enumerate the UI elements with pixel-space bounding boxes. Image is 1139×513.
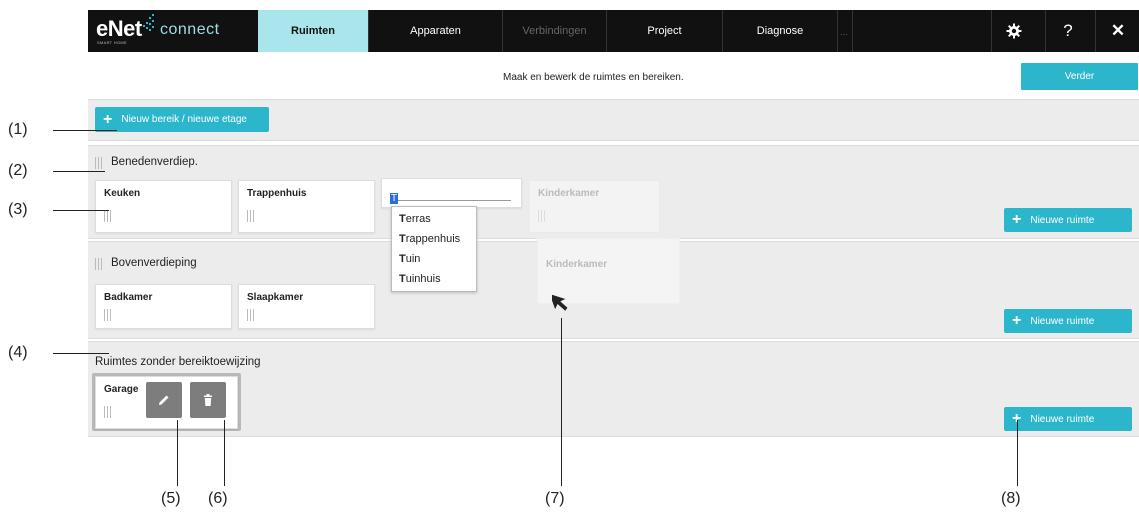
callout-label: (8) bbox=[1001, 490, 1021, 507]
room-name: Badkamer bbox=[104, 292, 153, 303]
callout-line bbox=[177, 420, 178, 486]
tab-more[interactable]: ... bbox=[838, 10, 853, 52]
tab-ruimten[interactable]: Ruimten bbox=[258, 10, 369, 52]
enet-connect-logo: eNet connect SMART HOME bbox=[88, 10, 258, 52]
room-card-keuken[interactable]: Keuken bbox=[95, 180, 232, 233]
close-button[interactable]: ✕ bbox=[1095, 10, 1139, 52]
new-room-button[interactable]: + Nieuwe ruimte bbox=[1004, 208, 1132, 232]
new-room-label: Nieuwe ruimte bbox=[1030, 413, 1095, 425]
room-card-trappenhuis[interactable]: Trappenhuis bbox=[238, 180, 375, 233]
logo-connect: connect bbox=[160, 21, 220, 38]
area-group-unassigned: Ruimtes zonder bereiktoewijzing Garage +… bbox=[88, 341, 1139, 437]
area-title: Ruimtes zonder bereiktoewijzing bbox=[95, 356, 261, 368]
logo-dots-icon bbox=[143, 13, 154, 33]
next-button[interactable]: Verder bbox=[1021, 63, 1138, 90]
top-navigation-bar: eNet connect SMART HOME Ruimten Apparate… bbox=[88, 10, 1139, 52]
callout-label: (2) bbox=[8, 162, 28, 179]
tab-project[interactable]: Project bbox=[607, 10, 723, 52]
plus-icon: + bbox=[1012, 312, 1022, 329]
settings-button[interactable] bbox=[991, 10, 1036, 52]
drag-handle-icon[interactable] bbox=[104, 406, 114, 418]
callout-line bbox=[53, 353, 109, 354]
callout-label: (3) bbox=[8, 201, 28, 218]
area-title[interactable]: Benedenverdiep. bbox=[111, 156, 198, 168]
tab-apparaten[interactable]: Apparaten bbox=[369, 10, 503, 52]
room-name: Keuken bbox=[104, 188, 141, 199]
room-name-suggestions: Terras Trappenhuis Tuin Tuinhuis bbox=[391, 206, 477, 292]
area-group-benedenverdiep: Benedenverdiep. Keuken Trappenhuis T Kin… bbox=[88, 145, 1139, 239]
callout-line bbox=[224, 420, 225, 486]
drag-handle-icon[interactable] bbox=[104, 309, 114, 321]
new-area-panel: + Nieuw bereik / nieuwe etage bbox=[88, 99, 1139, 141]
plus-icon: + bbox=[103, 110, 113, 128]
room-name: Slaapkamer bbox=[247, 292, 304, 303]
drag-handle-icon[interactable] bbox=[247, 309, 257, 321]
callout-label: (4) bbox=[8, 344, 28, 361]
new-room-button[interactable]: + Nieuwe ruimte bbox=[1004, 407, 1132, 431]
gear-icon bbox=[1006, 23, 1022, 39]
info-text: Maak en bewerk de ruimtes en bereiken. bbox=[503, 72, 684, 83]
suggestion-item[interactable]: Tuin bbox=[399, 253, 420, 265]
callout-line bbox=[53, 210, 109, 211]
tab-diagnose[interactable]: Diagnose bbox=[723, 10, 838, 52]
pencil-icon bbox=[159, 395, 169, 405]
callout-label: (6) bbox=[208, 490, 228, 507]
room-name: Garage bbox=[104, 384, 139, 395]
new-room-button[interactable]: + Nieuwe ruimte bbox=[1004, 309, 1132, 333]
trash-icon bbox=[204, 394, 212, 406]
room-card-badkamer[interactable]: Badkamer bbox=[95, 284, 232, 329]
room-card-slaapkamer[interactable]: Slaapkamer bbox=[238, 284, 375, 329]
logo-subtitle: SMART HOME bbox=[97, 40, 127, 45]
room-card-kinderkamer-placeholder: Kinderkamer bbox=[529, 180, 660, 233]
callout-line bbox=[561, 318, 562, 486]
callout-label: (1) bbox=[8, 121, 28, 138]
room-name-input[interactable]: T bbox=[390, 188, 511, 204]
drag-handle-icon bbox=[538, 210, 548, 222]
plus-icon: + bbox=[1012, 211, 1022, 228]
new-room-label: Nieuwe ruimte bbox=[1030, 315, 1095, 327]
info-row: Maak en bewerk de ruimtes en bereiken. V… bbox=[88, 52, 1139, 98]
room-card-editing[interactable]: T bbox=[381, 178, 522, 208]
suggestion-item[interactable]: Tuinhuis bbox=[399, 273, 441, 285]
input-value: T bbox=[390, 193, 399, 204]
new-room-label: Nieuwe ruimte bbox=[1030, 214, 1095, 226]
mouse-cursor-icon bbox=[552, 294, 568, 311]
callout-line bbox=[1017, 420, 1018, 486]
drag-handle-icon[interactable] bbox=[95, 157, 105, 169]
callout-label: (5) bbox=[161, 490, 181, 507]
drag-handle-icon[interactable] bbox=[95, 258, 105, 270]
suggestion-item[interactable]: Trappenhuis bbox=[399, 233, 460, 245]
callout-line bbox=[53, 171, 105, 172]
suggestion-item[interactable]: Terras bbox=[399, 213, 431, 225]
callout-line bbox=[53, 130, 117, 131]
room-name: Kinderkamer bbox=[546, 259, 608, 270]
callout-label: (7) bbox=[545, 490, 565, 507]
delete-room-button[interactable] bbox=[190, 382, 226, 418]
new-area-label: Nieuw bereik / nieuwe etage bbox=[121, 114, 247, 125]
area-title[interactable]: Bovenverdieping bbox=[111, 257, 197, 269]
drag-handle-icon[interactable] bbox=[247, 210, 257, 222]
edit-room-button[interactable] bbox=[146, 382, 182, 418]
room-name: Kinderkamer bbox=[538, 188, 600, 199]
drag-handle-icon[interactable] bbox=[104, 210, 114, 222]
tab-verbindingen: Verbindingen bbox=[503, 10, 607, 52]
room-name: Trappenhuis bbox=[247, 188, 307, 199]
help-button[interactable]: ? bbox=[1045, 10, 1090, 52]
logo-brand: eNet bbox=[96, 16, 142, 41]
new-area-button[interactable]: + Nieuw bereik / nieuwe etage bbox=[95, 107, 269, 132]
